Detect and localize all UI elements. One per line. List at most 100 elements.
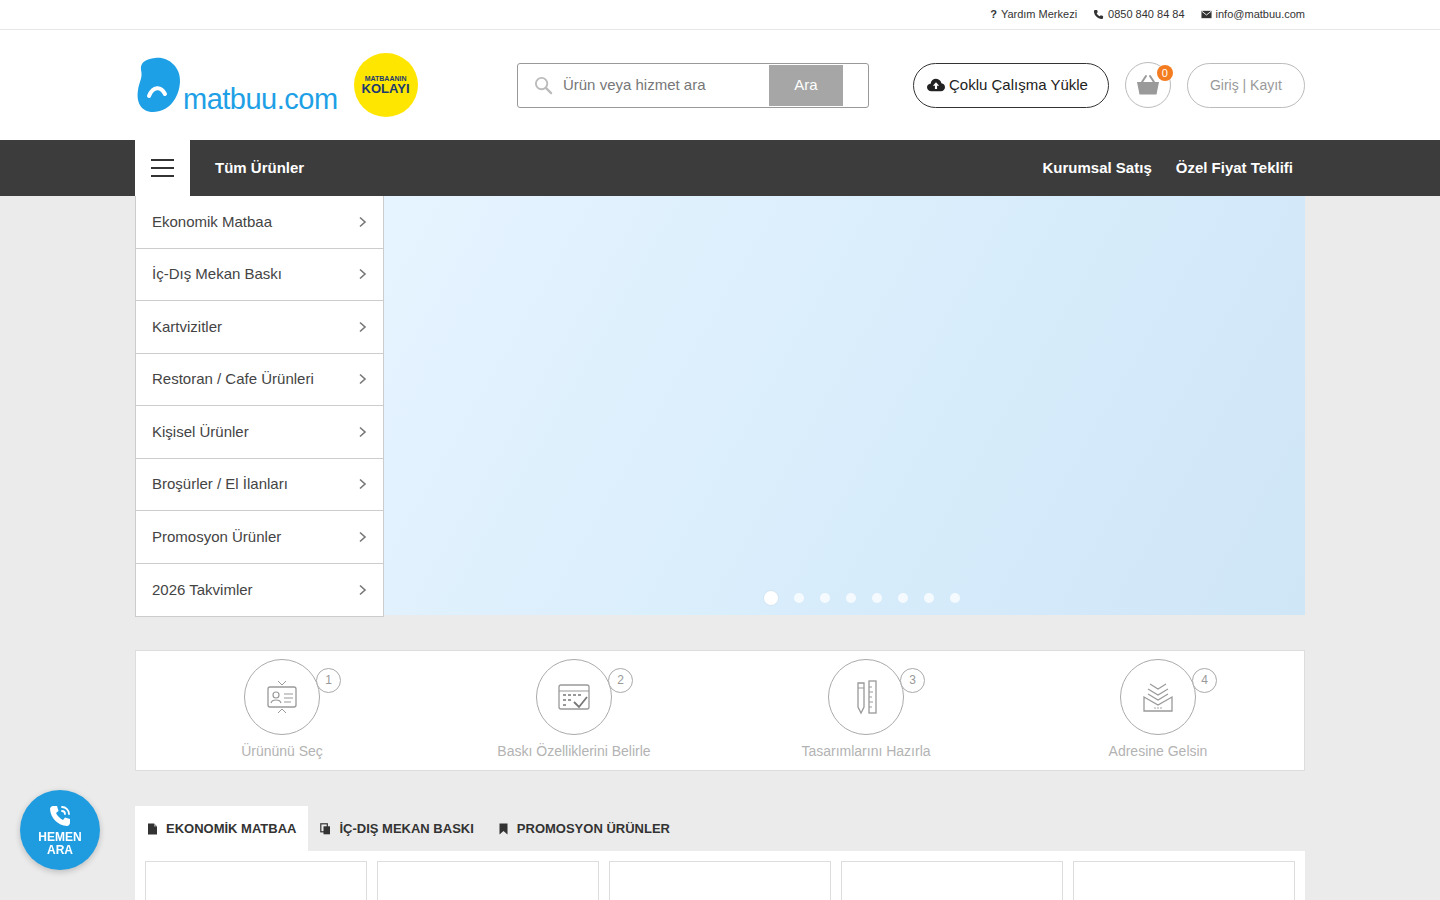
upload-button[interactable]: Çoklu Çalışma Yükle	[913, 63, 1109, 108]
search-icon	[534, 76, 553, 95]
tab-label: EKONOMİK MATBAA	[166, 819, 296, 839]
help-icon: ?	[990, 6, 997, 23]
product-card[interactable]	[1073, 861, 1295, 900]
carousel-dots	[764, 591, 960, 605]
product-tabs: EKONOMİK MATBAA İÇ-DIŞ MEKAN BASKI PROMOSY…	[135, 806, 1305, 851]
doc-icon	[147, 823, 158, 835]
search-input[interactable]	[561, 64, 769, 107]
chevron-right-icon	[358, 478, 367, 490]
category-item[interactable]: Kartvizitler	[136, 301, 383, 354]
carousel-dot[interactable]	[898, 593, 908, 603]
chevron-right-icon	[358, 216, 367, 228]
bookmark-icon	[498, 823, 509, 835]
top-link-label: info@matbuu.com	[1216, 6, 1305, 23]
slogan-line: KOLAYI	[362, 82, 410, 95]
menu-button[interactable]	[135, 140, 190, 196]
product-tab[interactable]: İÇ-DIŞ MEKAN BASKI	[308, 806, 485, 851]
nav-link[interactable]: Özel Fiyat Teklifi	[1164, 157, 1305, 180]
carousel-dot[interactable]	[950, 593, 960, 603]
step-label: Baskı Özelliklerini Belirle	[497, 741, 650, 762]
chevron-right-icon	[358, 531, 367, 543]
category-item[interactable]: Restoran / Cafe Ürünleri	[136, 354, 383, 407]
promo-banner[interactable]	[384, 196, 1305, 615]
tab-label: İÇ-DIŞ MEKAN BASKI	[339, 819, 473, 839]
nav-links: Kurumsal SatışÖzel Fiyat Teklifi	[1031, 157, 1305, 180]
product-card[interactable]	[145, 861, 367, 900]
category-item[interactable]: 2026 Takvimler	[136, 564, 383, 617]
step-circle: 4	[1120, 659, 1196, 735]
carousel-dot[interactable]	[846, 593, 856, 603]
upload-label: Çoklu Çalışma Yükle	[949, 74, 1088, 97]
carousel-dot[interactable]	[794, 593, 804, 603]
top-link-label: Yardım Merkezi	[1001, 6, 1077, 23]
basket-icon	[1136, 74, 1160, 96]
carousel-dot[interactable]	[764, 591, 778, 605]
category-item[interactable]: Kişisel Ürünler	[136, 406, 383, 459]
order-steps: 1 Ürününü Seç 2 Baskı Özelliklerini Belirle…	[135, 650, 1305, 771]
top-links: ?Yardım Merkezi 0850 840 84 84 info@matbuu…	[135, 6, 1305, 23]
category-item[interactable]: Promosyon Ürünler	[136, 511, 383, 564]
category-item[interactable]: İç-Dış Mekan Baskı	[136, 249, 383, 302]
cart-button[interactable]: 0	[1125, 62, 1171, 108]
product-card[interactable]	[377, 861, 599, 900]
call-label: ARA	[47, 844, 73, 857]
tab-label: PROMOSYON ÜRÜNLER	[517, 819, 670, 839]
order-step: 4 Adresine Gelsin	[1012, 651, 1304, 770]
order-step: 1 Ürününü Seç	[136, 651, 428, 770]
search-button[interactable]: Ara	[769, 65, 843, 106]
phone-icon	[1093, 9, 1104, 20]
step-label: Adresine Gelsin	[1109, 741, 1208, 762]
product-tab[interactable]: PROMOSYON ÜRÜNLER	[486, 806, 682, 851]
search-box: Ara	[517, 63, 869, 108]
product-tab[interactable]: EKONOMİK MATBAA	[135, 806, 308, 851]
category-label: Broşürler / El İlanları	[152, 473, 288, 496]
step-number: 3	[900, 668, 925, 693]
order-step: 2 Baskı Özelliklerini Belirle	[428, 651, 720, 770]
product-card[interactable]	[609, 861, 831, 900]
logo-blob-icon	[135, 56, 183, 114]
pencil-icon	[846, 677, 886, 717]
phone-icon	[47, 803, 73, 829]
carousel-dot[interactable]	[820, 593, 830, 603]
chevron-right-icon	[358, 426, 367, 438]
copy-icon	[320, 823, 331, 835]
step-label: Ürününü Seç	[241, 741, 323, 762]
top-link-label: 0850 840 84 84	[1108, 6, 1184, 23]
category-menu: Ekonomik Matbaa İç-Dış Mekan Baskı Kartviz…	[135, 196, 384, 617]
call-now-button[interactable]: HEMEN ARA	[20, 790, 100, 870]
slogan-line: MATBAANIN	[365, 75, 407, 82]
chevron-right-icon	[358, 584, 367, 596]
order-step: 3 Tasarımlarını Hazırla	[720, 651, 1012, 770]
category-label: Kişisel Ürünler	[152, 421, 249, 444]
logo-mark: matbuu.com	[135, 56, 338, 114]
step-circle: 1	[244, 659, 320, 735]
login-register-button[interactable]: Giriş | Kayıt	[1187, 63, 1305, 108]
category-label: İç-Dış Mekan Baskı	[152, 263, 282, 286]
box-icon	[1138, 677, 1178, 717]
chevron-right-icon	[358, 373, 367, 385]
step-number: 2	[608, 668, 633, 693]
carousel-dot[interactable]	[924, 593, 934, 603]
top-link[interactable]: ?Yardım Merkezi	[990, 6, 1077, 23]
chevron-right-icon	[358, 321, 367, 333]
step-number: 1	[316, 668, 341, 693]
category-label: Ekonomik Matbaa	[152, 211, 272, 234]
top-link[interactable]: info@matbuu.com	[1201, 6, 1305, 23]
carousel-dot[interactable]	[872, 593, 882, 603]
logo-text: matbuu.com	[183, 85, 338, 114]
all-products-label[interactable]: Tüm Ürünler	[190, 157, 304, 180]
category-item[interactable]: Ekonomik Matbaa	[136, 196, 383, 249]
card-icon	[262, 677, 302, 717]
category-label: Restoran / Cafe Ürünleri	[152, 368, 314, 391]
cart-count-badge: 0	[1157, 65, 1173, 81]
slogan-badge: MATBAANIN KOLAYI	[354, 53, 418, 117]
step-number: 4	[1192, 668, 1217, 693]
category-item[interactable]: Broşürler / El İlanları	[136, 459, 383, 512]
nav-link[interactable]: Kurumsal Satış	[1031, 157, 1164, 180]
top-link[interactable]: 0850 840 84 84	[1093, 6, 1184, 23]
chevron-right-icon	[358, 268, 367, 280]
mail-icon	[1201, 9, 1212, 20]
product-card[interactable]	[841, 861, 1063, 900]
logo[interactable]: matbuu.com MATBAANIN KOLAYI	[135, 53, 418, 117]
step-label: Tasarımlarını Hazırla	[801, 741, 930, 762]
